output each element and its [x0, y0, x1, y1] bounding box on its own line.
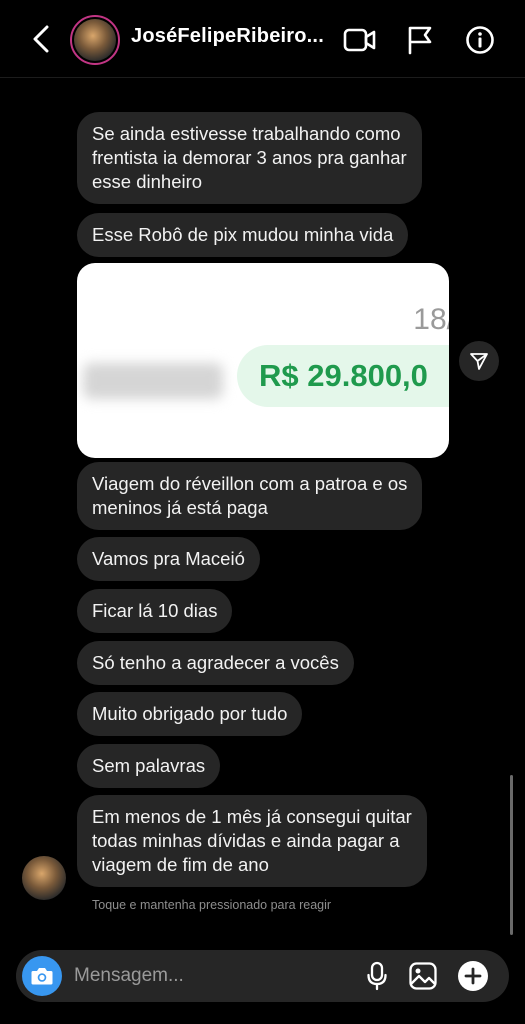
sender-avatar[interactable]: [22, 856, 66, 900]
back-button[interactable]: [24, 22, 58, 56]
message-bubble[interactable]: Viagem do réveillon com a patroa e os me…: [77, 462, 423, 530]
info-icon: [466, 26, 494, 54]
message-composer: [16, 950, 509, 1002]
reaction-hint: Toque e mantenha pressionado para reagir: [92, 898, 332, 912]
voice-message-button[interactable]: [360, 959, 394, 993]
video-call-button[interactable]: [340, 20, 380, 60]
more-button[interactable]: [456, 959, 490, 993]
message-line: esse dinheiro: [92, 171, 203, 192]
contact-name[interactable]: JoséFelipeRibeiro...: [131, 25, 324, 48]
message-line: Ficar lá 10 dias: [92, 600, 218, 621]
image-message[interactable]: 18/ R$ 29.800,0: [77, 263, 449, 458]
gallery-button[interactable]: [406, 959, 440, 993]
chat-header: JoséFelipeRibeiro...: [0, 0, 525, 78]
send-icon: [470, 353, 488, 370]
message-bubble[interactable]: Em menos de 1 mês já consegui quitar tod…: [77, 795, 427, 887]
message-bubble[interactable]: Sem palavras: [77, 744, 221, 788]
message-line: Esse Robô de pix mudou minha vida: [92, 224, 394, 245]
message-line: Sem palavras: [92, 755, 206, 776]
message-bubble[interactable]: Esse Robô de pix mudou minha vida: [77, 213, 409, 257]
pix-amount-badge: R$ 29.800,0: [237, 345, 449, 407]
message-line: Viagem do réveillon com a patroa e os: [92, 473, 408, 494]
message-line: todas minhas dívidas e ainda pagar a: [92, 830, 400, 851]
chevron-left-icon: [33, 25, 49, 53]
message-line: meninos já está paga: [92, 497, 268, 518]
message-bubble[interactable]: Muito obrigado por tudo: [77, 692, 303, 736]
microphone-icon: [367, 961, 387, 991]
blurred-text: [83, 363, 223, 399]
image-partial-number: 18/: [413, 303, 449, 336]
camera-icon: [31, 968, 53, 985]
message-line: Vamos pra Maceió: [92, 548, 245, 569]
message-bubble[interactable]: Ficar lá 10 dias: [77, 589, 233, 633]
gallery-icon: [409, 962, 437, 990]
message-bubble[interactable]: Vamos pra Maceió: [77, 537, 260, 581]
info-button[interactable]: [460, 20, 500, 60]
avatar[interactable]: [70, 15, 120, 65]
message-bubble[interactable]: Só tenho a agradecer a vocês: [77, 641, 354, 685]
pix-amount: R$ 29.800,0: [259, 358, 428, 393]
share-button[interactable]: [459, 341, 499, 381]
message-line: Muito obrigado por tudo: [92, 703, 288, 724]
message-bubble[interactable]: Se ainda estivesse trabalhando como fren…: [77, 112, 422, 204]
message-line: viagem de fim de ano: [92, 854, 269, 875]
scrollbar[interactable]: [510, 775, 513, 935]
message-line: Só tenho a agradecer a vocês: [92, 652, 339, 673]
video-camera-icon: [343, 28, 376, 52]
camera-button[interactable]: [22, 956, 62, 996]
message-input[interactable]: [74, 962, 344, 990]
flag-icon: [408, 26, 432, 55]
message-line: frentista ia demorar 3 anos pra ganhar: [92, 147, 407, 168]
plus-icon: [458, 961, 488, 991]
report-button[interactable]: [400, 20, 440, 60]
message-line: Se ainda estivesse trabalhando como: [92, 123, 401, 144]
message-line: Em menos de 1 mês já consegui quitar: [92, 806, 412, 827]
